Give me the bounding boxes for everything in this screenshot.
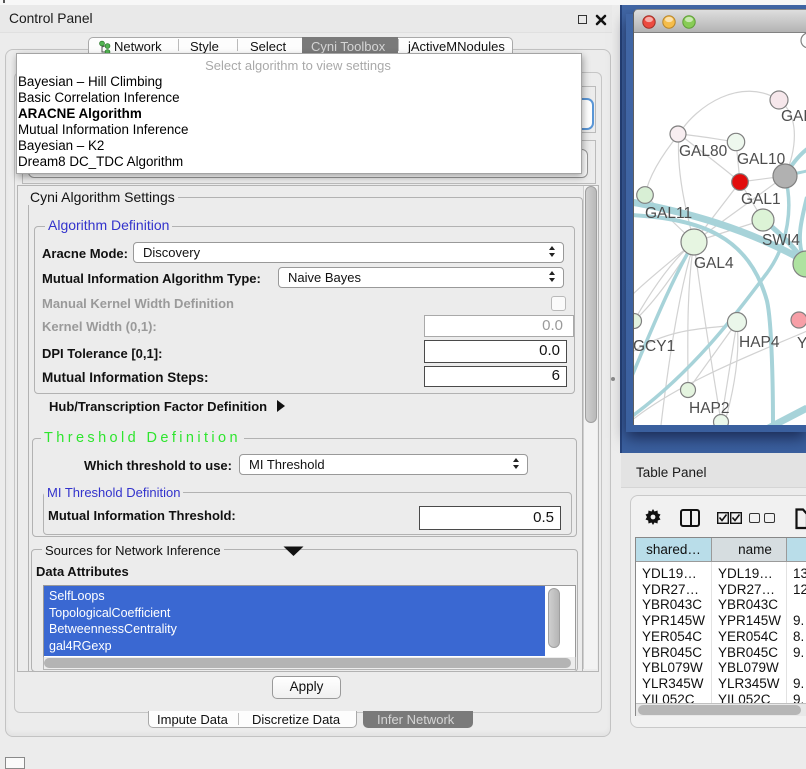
- svg-text:HAP2: HAP2: [689, 400, 730, 417]
- svg-text:GAL10: GAL10: [737, 151, 786, 168]
- svg-text:GAL4: GAL4: [694, 255, 734, 272]
- svg-text:Y: Y: [797, 335, 806, 352]
- svg-text:GAL11: GAL11: [645, 205, 692, 222]
- svg-text:HAP4: HAP4: [739, 334, 780, 351]
- svg-text:GAL1: GAL1: [741, 191, 781, 208]
- svg-text:SWI4: SWI4: [762, 232, 800, 249]
- svg-text:GAL80: GAL80: [679, 143, 728, 160]
- svg-text:GAL7: GAL7: [781, 108, 806, 125]
- svg-text:GCY1: GCY1: [634, 338, 675, 355]
